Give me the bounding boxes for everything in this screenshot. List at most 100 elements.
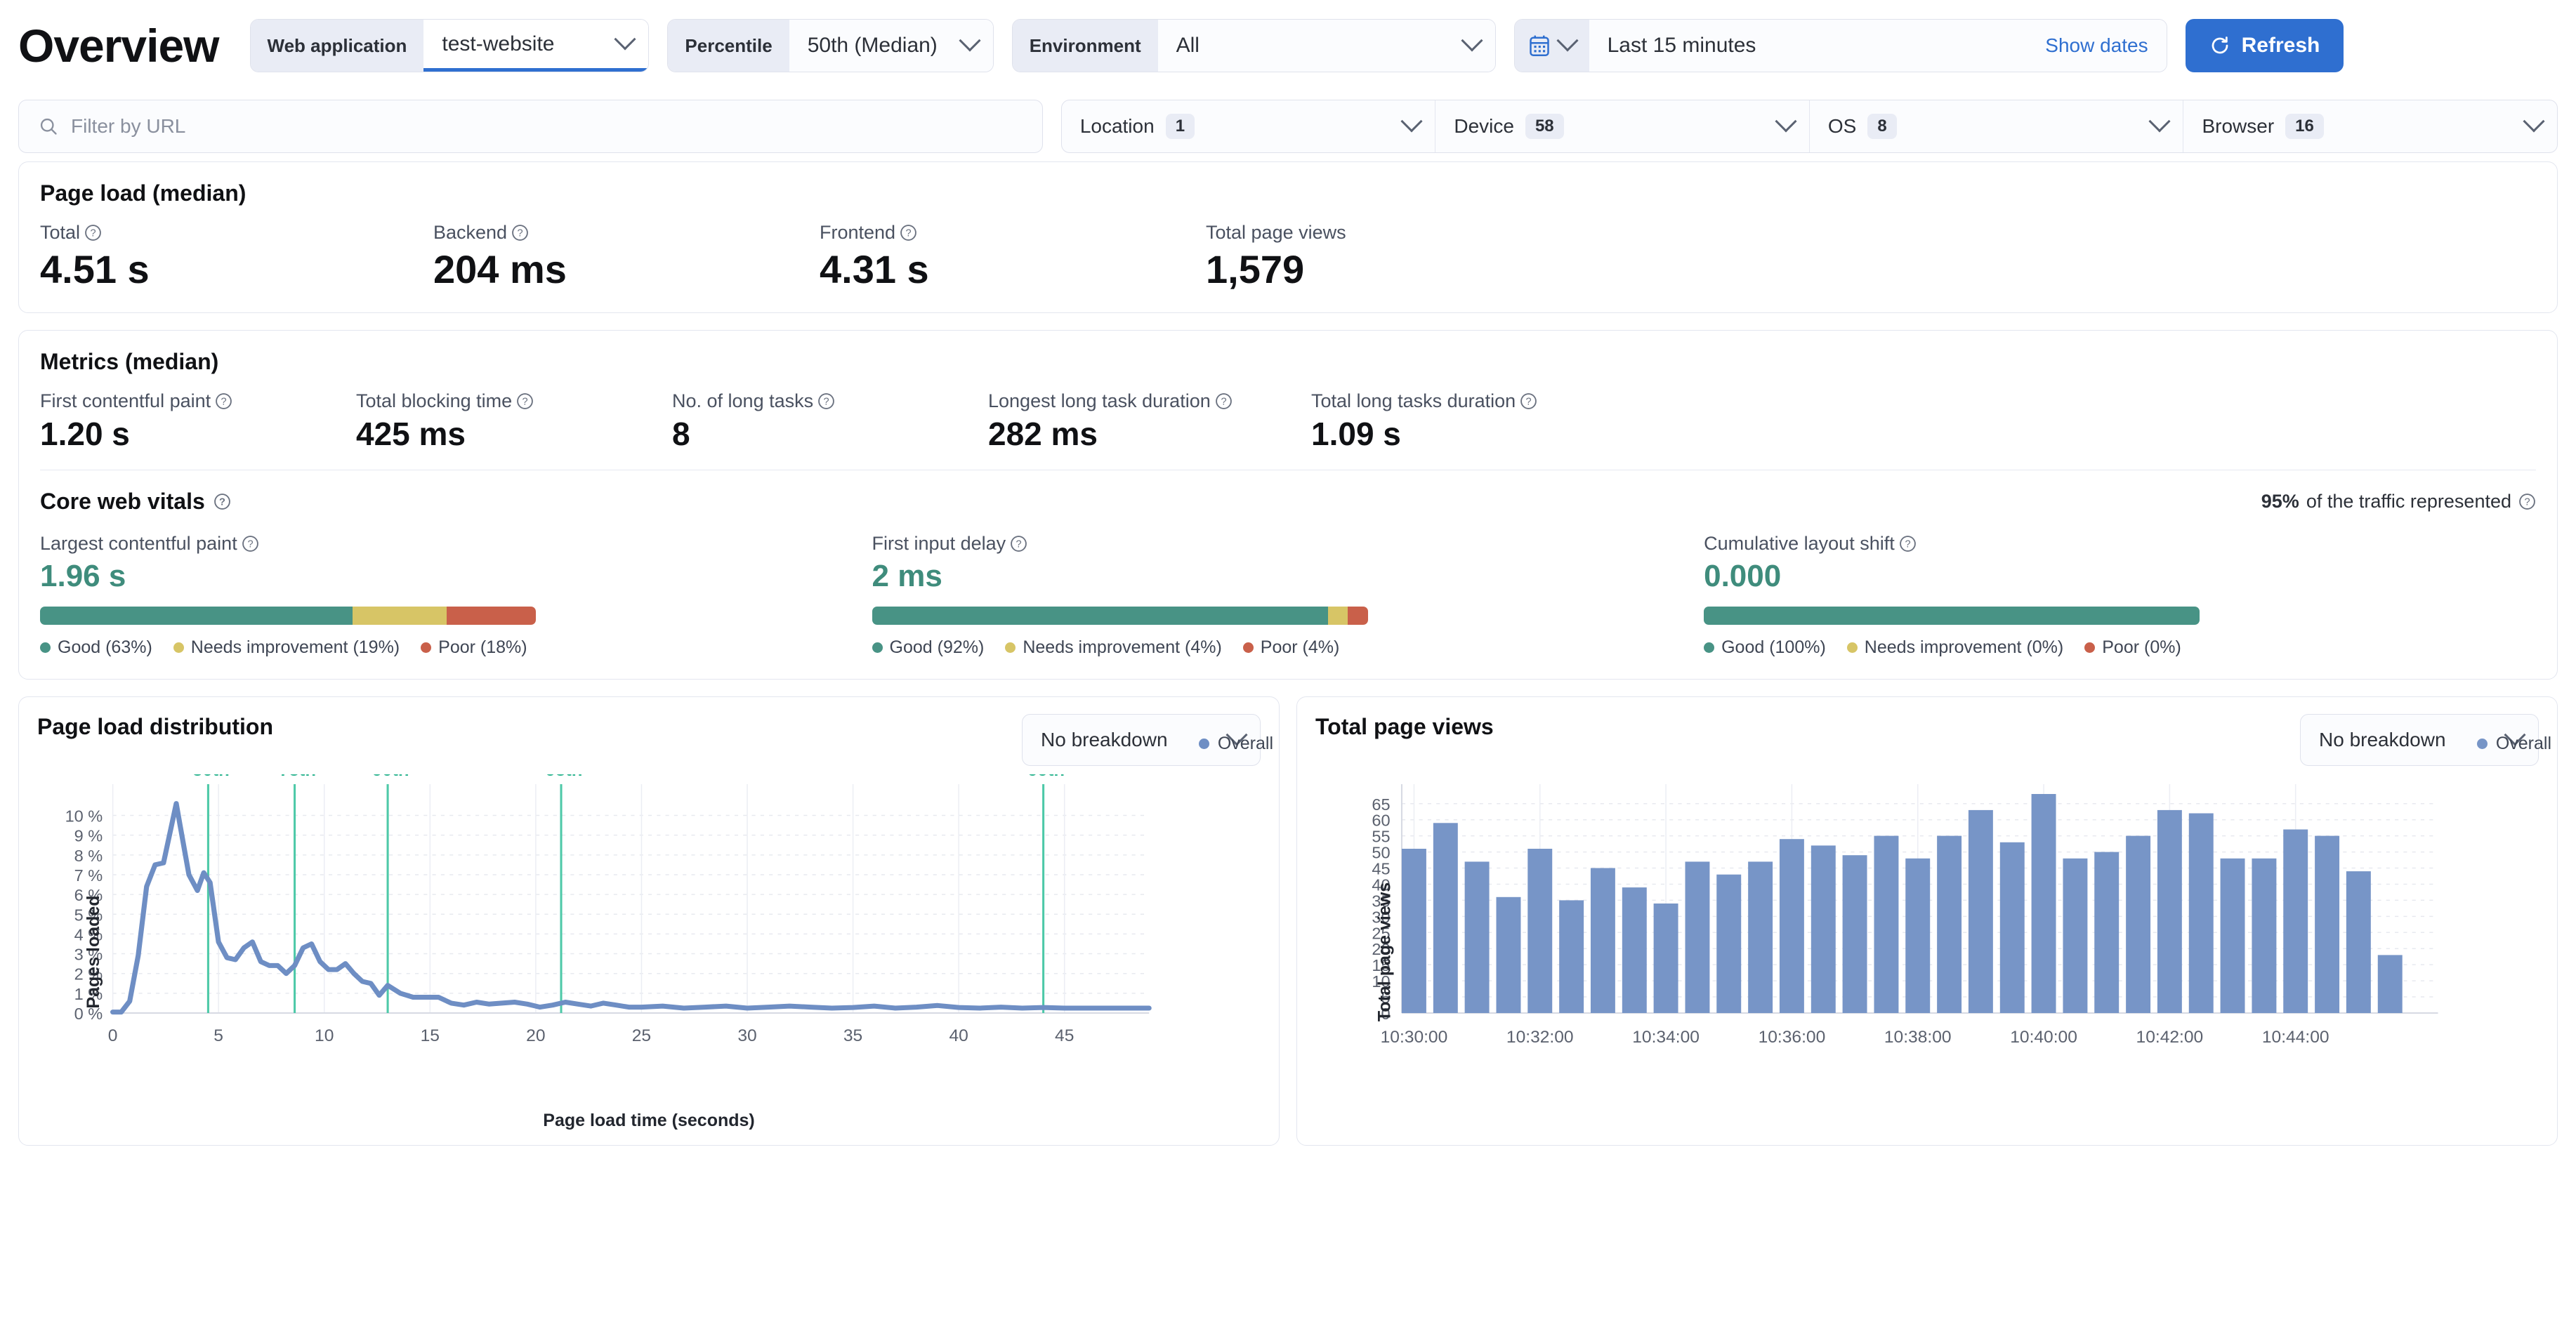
metrics-panel: Metrics (median) First contentful paint … bbox=[18, 329, 2558, 680]
metric-frontend: Frontend ? 4.31 s bbox=[820, 222, 1206, 291]
help-icon[interactable]: ? bbox=[84, 224, 102, 241]
metric-total-long-tasks-value: 1.09 s bbox=[1311, 415, 1401, 452]
svg-text:10:38:00: 10:38:00 bbox=[1884, 1028, 1952, 1047]
page-header: Overview Web application test-website Pe… bbox=[0, 0, 2576, 91]
svg-text:7 %: 7 % bbox=[74, 866, 103, 885]
cwv-bar-segment-needs bbox=[352, 607, 447, 626]
svg-text:0: 0 bbox=[108, 1026, 118, 1045]
svg-text:50th: 50th bbox=[192, 774, 230, 780]
traffic-percent: 95% bbox=[2261, 491, 2299, 512]
cwv-bar-segment-good bbox=[1704, 607, 2200, 626]
help-icon[interactable]: ? bbox=[2518, 493, 2536, 510]
facet-os[interactable]: OS 8 bbox=[1810, 100, 2184, 152]
total-page-views-card: Total page views No breakdown Overall To… bbox=[1296, 696, 2558, 1146]
svg-text:9 %: 9 % bbox=[74, 827, 103, 845]
total-page-views-breakdown-value: No breakdown bbox=[2319, 729, 2446, 751]
facet-device[interactable]: Device 58 bbox=[1435, 100, 1810, 152]
percentile-label: Percentile bbox=[668, 20, 789, 72]
web-application-filter[interactable]: Web application test-website bbox=[249, 19, 650, 72]
percentile-select[interactable]: 50th (Median) bbox=[789, 20, 993, 72]
metric-backend-value: 204 ms bbox=[433, 247, 567, 291]
cwv-value: 1.96 s bbox=[40, 559, 126, 594]
cwv-legend: Good (92%) Needs improvement (4%) Poor (4%… bbox=[872, 637, 1704, 658]
cwv-legend-item: Good (92%) bbox=[872, 637, 984, 658]
search-icon bbox=[40, 118, 57, 135]
help-icon[interactable]: ? bbox=[516, 392, 534, 410]
metric-tbt-label: Total blocking time bbox=[356, 390, 513, 411]
cwv-legend-item: Good (100%) bbox=[1704, 637, 1826, 658]
web-application-value: test-website bbox=[442, 32, 555, 55]
metric-longest-long-task-label: Longest long task duration bbox=[988, 390, 1211, 411]
total-page-views-plot: Total page views 0 5 10 15 20 25 30 35 40 45 50 55 6… bbox=[1315, 774, 2539, 1130]
url-filter-input[interactable]: Filter by URL bbox=[18, 100, 1043, 153]
facet-browser[interactable]: Browser 16 bbox=[2183, 100, 2557, 152]
legend-dot-icon bbox=[173, 642, 184, 654]
metric-total-value: 4.51 s bbox=[40, 247, 150, 291]
page-load-distribution-legend-label: Overall bbox=[1217, 734, 1273, 754]
help-icon[interactable]: ? bbox=[213, 493, 231, 510]
metric-total-long-tasks: Total long tasks duration ? 1.09 s bbox=[1311, 390, 1537, 452]
cwv-bar bbox=[40, 607, 536, 626]
legend-dot-icon bbox=[40, 642, 51, 654]
help-icon[interactable]: ? bbox=[1899, 535, 1917, 552]
page-title: Overview bbox=[18, 20, 220, 72]
total-page-views-y-axis-title: Total page views bbox=[1374, 882, 1395, 1022]
help-icon[interactable]: ? bbox=[1520, 392, 1537, 410]
help-icon[interactable]: ? bbox=[215, 392, 232, 410]
help-icon[interactable]: ? bbox=[900, 224, 917, 241]
svg-text:10:34:00: 10:34:00 bbox=[1632, 1028, 1700, 1047]
cwv-value: 0.000 bbox=[1704, 559, 1782, 594]
help-icon[interactable]: ? bbox=[1215, 392, 1233, 410]
environment-filter[interactable]: Environment All bbox=[1011, 19, 1496, 72]
calendar-dropdown-button[interactable] bbox=[1514, 20, 1589, 72]
svg-text:?: ? bbox=[518, 228, 523, 239]
date-range-picker[interactable]: Last 15 minutes Show dates bbox=[1513, 19, 2167, 72]
web-application-select[interactable]: test-website bbox=[423, 20, 649, 72]
facet-location[interactable]: Location 1 bbox=[1062, 100, 1436, 152]
legend-marker-icon bbox=[1198, 739, 1209, 750]
svg-text:65: 65 bbox=[1372, 795, 1390, 814]
environment-select[interactable]: All bbox=[1157, 20, 1495, 72]
cwv-bar-segment-good bbox=[872, 607, 1329, 626]
svg-text:45: 45 bbox=[1372, 860, 1390, 878]
page-load-title: Page load (median) bbox=[40, 180, 247, 206]
page-load-distribution-title: Page load distribution bbox=[37, 714, 274, 740]
date-range-value: Last 15 minutes bbox=[1607, 34, 1756, 57]
metric-total-label: Total bbox=[40, 222, 81, 243]
cwv-legend: Good (100%) Needs improvement (0%) Poor (0… bbox=[1704, 637, 2536, 658]
refresh-button[interactable]: Refresh bbox=[2185, 19, 2344, 72]
svg-text:99th: 99th bbox=[1027, 774, 1065, 780]
metric-fcp-value: 1.20 s bbox=[40, 415, 130, 452]
cwv-legend-item: Poor (0%) bbox=[2084, 637, 2181, 658]
help-icon[interactable]: ? bbox=[817, 392, 835, 410]
traffic-text: of the traffic represented bbox=[2306, 491, 2511, 512]
environment-label: Environment bbox=[1012, 20, 1158, 72]
help-icon[interactable]: ? bbox=[242, 535, 259, 552]
svg-text:10:40:00: 10:40:00 bbox=[2010, 1028, 2077, 1047]
svg-text:?: ? bbox=[906, 228, 912, 239]
svg-text:?: ? bbox=[219, 497, 225, 508]
svg-text:?: ? bbox=[247, 539, 253, 550]
svg-text:55: 55 bbox=[1372, 828, 1390, 846]
percentile-value: 50th (Median) bbox=[807, 34, 938, 57]
page-load-distribution-legend[interactable]: Overall bbox=[1198, 734, 1273, 754]
facet-filter-group: Location 1 Device 58 OS 8 Browser 16 bbox=[1060, 100, 2558, 153]
legend-dot-icon bbox=[1846, 642, 1858, 654]
help-icon[interactable]: ? bbox=[511, 224, 529, 241]
svg-text:15: 15 bbox=[421, 1026, 440, 1045]
percentile-filter[interactable]: Percentile 50th (Median) bbox=[667, 19, 994, 72]
facet-os-label: OS bbox=[1827, 115, 1857, 137]
total-page-views-legend[interactable]: Overall bbox=[2476, 734, 2551, 754]
show-dates-link[interactable]: Show dates bbox=[2045, 34, 2148, 57]
facet-location-count: 1 bbox=[1165, 114, 1195, 139]
page-load-metrics: Total ? 4.51 s Backend ? 204 ms Frontend… bbox=[40, 222, 2536, 291]
filter-bar: Filter by URL Location 1 Device 58 OS 8 … bbox=[0, 91, 2576, 161]
cwv-label: Cumulative layout shift bbox=[1704, 533, 1895, 555]
legend-marker-icon bbox=[2476, 739, 2488, 750]
help-icon[interactable]: ? bbox=[1010, 535, 1027, 552]
cwv-bar-segment-poor bbox=[446, 607, 536, 626]
page-load-distribution-svg: 0 %1 %2 %3 %4 %5 %6 %7 %8 %9 %10 %0 5 10 15… bbox=[65, 760, 1152, 1045]
page-load-panel: Page load (median) Total ? 4.51 s Backen… bbox=[18, 161, 2558, 313]
web-application-label: Web application bbox=[250, 20, 424, 72]
date-range-body[interactable]: Last 15 minutes Show dates bbox=[1589, 20, 2167, 72]
